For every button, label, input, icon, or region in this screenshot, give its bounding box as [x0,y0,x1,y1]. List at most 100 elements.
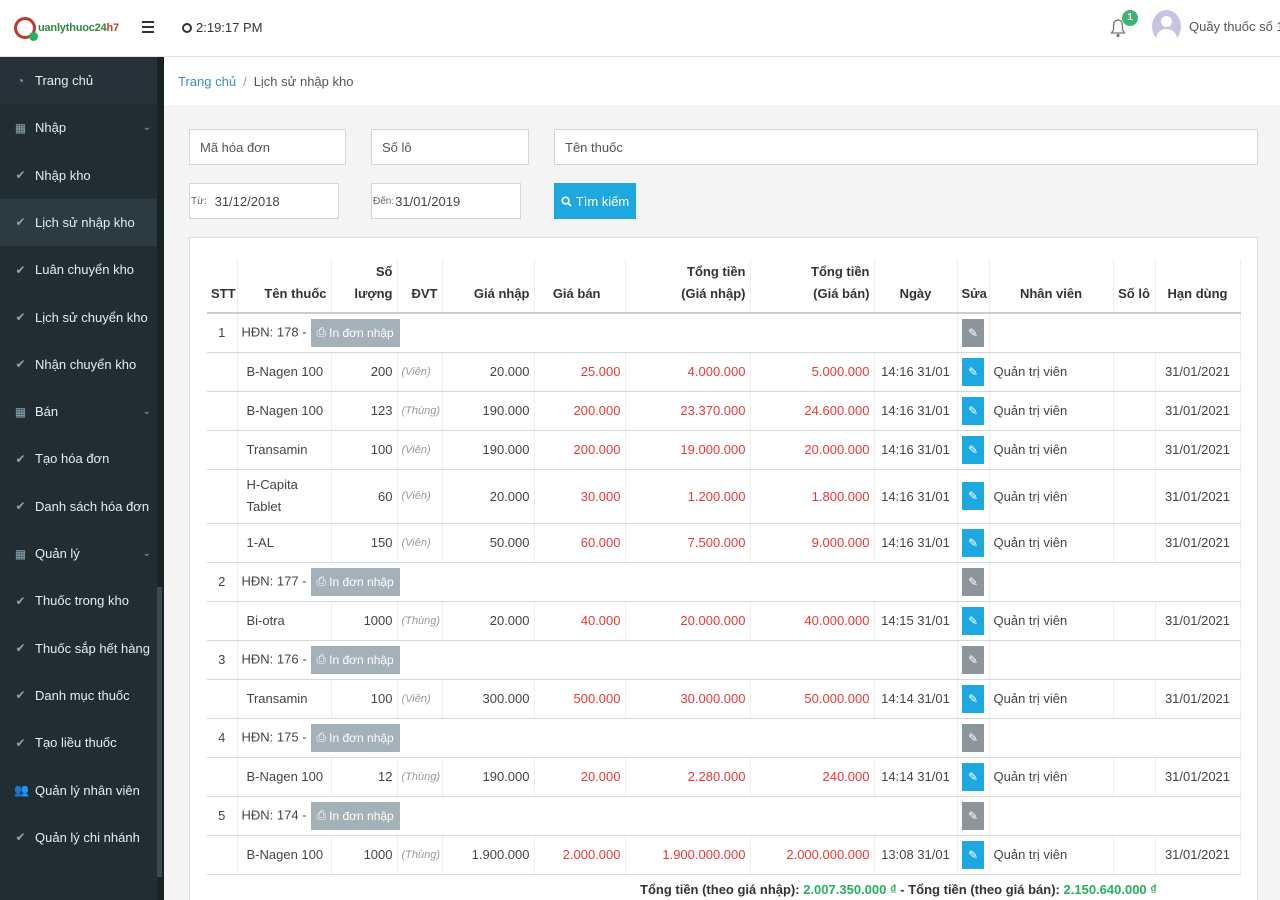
col-sell-price: Giá bán [534,259,626,314]
sidebar-item[interactable]: ✔ Tạo hóa đơn [0,435,157,482]
sidebar-item[interactable]: ✔ Tạo liều thuốc [0,719,157,766]
user-menu[interactable]: Quầy thuốc số 1 ▾ [1189,19,1280,35]
breadcrumb-home[interactable]: Trang chủ [178,74,236,89]
sidebar-item[interactable]: ✔ Nhập kho [0,152,157,199]
quantity: 123 [331,391,398,431]
sidebar-item[interactable]: 👥 Quản lý nhân viên [0,767,157,814]
app-logo[interactable]: uanlythuoc24h7 [14,14,119,42]
edit-cell: ✎ [957,601,990,641]
staff-name: Quản trị viên [989,430,1114,470]
drug-name-input[interactable] [554,129,1258,165]
print-invoice-button[interactable]: ⎙ In đơn nhập [310,801,400,830]
pencil-icon[interactable]: ✎ [962,840,984,869]
pencil-icon[interactable]: ✎ [962,645,984,674]
expiry-date: 31/01/2021 [1155,523,1241,563]
import-date: 14:14 31/01 [874,679,958,719]
pencil-icon[interactable]: ✎ [962,723,984,752]
sidebar-item[interactable]: ▦ Quản lý ⌄ [0,530,157,577]
pencil-icon[interactable]: ✎ [962,762,984,791]
total-buy: 1.900.000.000 [625,835,751,875]
total-sell: 2.000.000.000 [750,835,875,875]
sidebar-item[interactable]: ✔ Danh sách hóa đơn [0,483,157,530]
lot-number-input[interactable] [371,129,529,165]
printer-icon: ⎙ [316,652,327,666]
sidebar-scroll-thumb[interactable] [157,587,162,877]
print-invoice-button[interactable]: ⎙ In đơn nhập [310,567,400,596]
print-invoice-label: In đơn nhập [329,808,394,823]
pencil-icon[interactable]: ✎ [962,528,984,557]
notification-badge: 1 [1122,10,1138,26]
sidebar-item[interactable]: ✔ Thuốc sắp hết hàng [0,625,157,672]
quantity: 150 [331,523,398,563]
print-invoice-button[interactable]: ⎙ In đơn nhập [310,645,400,674]
sidebar-item-label: Danh sách hóa đơn [35,498,150,514]
invoice-code: HĐN: 175 - [241,728,307,744]
unit: (Thùng) [397,601,443,641]
print-invoice-button[interactable]: ⎙ In đơn nhập [310,723,400,752]
sidebar-item[interactable]: ✔ Lịch sử chuyển kho [0,294,157,341]
printer-icon: ⎙ [316,808,327,822]
to-date-field[interactable]: Đến: 31/01/2019 [371,183,521,219]
sidebar-item[interactable]: ✔ Nhận chuyển kho [0,341,157,388]
dashboard-icon: ◔ [16,73,25,88]
import-date: 14:16 31/01 [874,430,958,470]
drug-name: B-Nagen 100 [237,391,332,431]
sell-price: 40.000 [534,601,626,641]
clock-icon [182,22,192,33]
expiry-date: 31/01/2021 [1155,469,1241,524]
pencil-icon[interactable]: ✎ [962,606,984,635]
menu-toggle-icon[interactable] [142,21,154,36]
sidebar-item[interactable]: ✔ Quản lý chi nhánh [0,814,157,861]
pencil-icon[interactable]: ✎ [962,567,984,596]
buy-price: 20.000 [442,601,535,641]
import-date: 14:16 31/01 [874,523,958,563]
pencil-icon[interactable]: ✎ [962,435,984,464]
pencil-icon[interactable]: ✎ [962,318,984,347]
total-sell: 50.000.000 [750,679,875,719]
expiry-date: 31/01/2021 [1155,430,1241,470]
group-invoice: HĐN: 176 - ⎙ In đơn nhập [237,640,958,680]
print-invoice-button[interactable]: ⎙ In đơn nhập [310,318,400,347]
from-date-field[interactable]: Từ: 31/12/2018 [189,183,339,219]
pencil-icon[interactable]: ✎ [962,357,984,386]
pencil-icon[interactable]: ✎ [962,482,984,510]
unit: (Viên) [397,679,443,719]
sidebar-item[interactable]: ▦ Bán ⌄ [0,388,157,435]
import-date: 14:15 31/01 [874,601,958,641]
printer-icon: ⎙ [316,325,327,340]
sidebar-item-label: Quản lý nhân viên [35,782,140,798]
check-icon: ✔ [15,262,26,277]
sidebar-item[interactable]: ✔ Luân chuyển kho [0,246,157,293]
sidebar-item[interactable]: ✔ Lịch sử nhập kho [0,198,157,246]
group-stt: 2 [207,562,238,602]
from-date-label: Từ: [191,195,207,207]
group-stt: 3 [207,640,238,680]
sidebar-item[interactable]: ◔ Trang chủ [0,57,157,104]
sidebar-item[interactable]: ▦ Nhập ⌄ [0,104,157,151]
sidebar-item[interactable]: ✔ Thuốc trong kho [0,577,157,624]
check-icon: ✔ [15,830,26,845]
group-empty-cell [989,796,1241,836]
check-icon: ✔ [15,735,26,750]
avatar[interactable] [1152,10,1181,43]
invoice-code-input[interactable] [189,129,346,165]
col-date: Ngày [874,259,958,314]
pencil-icon[interactable]: ✎ [962,396,984,425]
unit: (Viên) [397,469,443,524]
edit-cell: ✎ [957,430,990,470]
total-sell-label: Tổng tiền (theo giá bán): [908,882,1060,897]
buy-price: 50.000 [442,523,535,563]
group-stt: 1 [207,313,238,353]
edit-cell: ✎ [957,835,990,875]
col-total-buy: Tổng tiền (Giá nhập) [625,259,751,314]
search-button[interactable]: Tìm kiếm [554,183,636,219]
users-icon: 👥 [14,783,29,797]
expiry-date: 31/01/2021 [1155,757,1241,797]
top-bar: uanlythuoc24h7 2:19:17 PM 1 Quầy thuốc s… [0,0,1280,57]
unit: (Viên) [397,430,443,470]
print-invoice-label: In đơn nhập [329,652,394,667]
sidebar-item[interactable]: ✔ Danh mục thuốc [0,672,157,719]
pencil-icon[interactable]: ✎ [962,684,984,713]
pencil-icon[interactable]: ✎ [962,801,984,830]
invoice-group-row: 1 HĐN: 178 - ⎙ In đơn nhập ✎ [207,313,1241,353]
